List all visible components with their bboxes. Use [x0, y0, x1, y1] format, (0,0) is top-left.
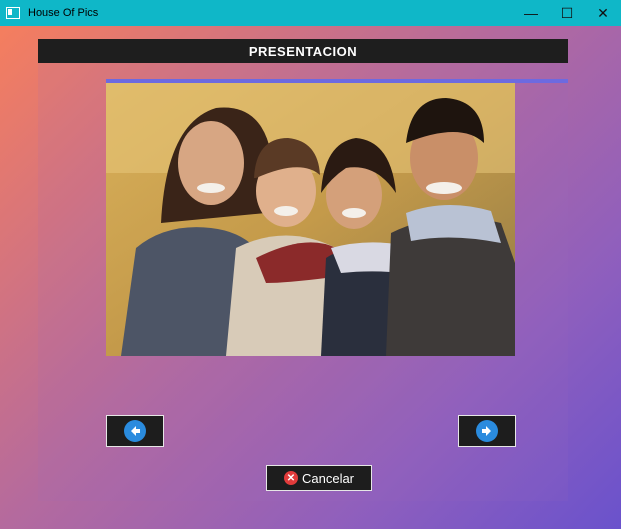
previous-button[interactable] [106, 415, 164, 447]
cancel-label: Cancelar [301, 470, 355, 486]
family-photo-icon [106, 83, 515, 356]
minimize-button[interactable]: — [513, 0, 549, 26]
app-window: House Of Pics — ☐ ✕ PRESENTACION ✕ Cance… [0, 0, 621, 529]
maximize-button[interactable]: ☐ [549, 0, 585, 26]
main-content: PRESENTACION ✕ Cancelar [0, 26, 621, 529]
slideshow-photo [106, 83, 515, 356]
arrow-right-icon [476, 420, 498, 442]
title-bar[interactable]: House Of Pics — ☐ ✕ [0, 0, 621, 26]
window-title: House Of Pics [28, 7, 99, 19]
next-button[interactable] [458, 415, 516, 447]
window-controls: — ☐ ✕ [513, 0, 621, 26]
close-button[interactable]: ✕ [585, 0, 621, 26]
arrow-left-icon [124, 420, 146, 442]
cancel-button[interactable]: ✕ Cancelar [266, 465, 372, 491]
page-title: PRESENTACION [38, 39, 568, 63]
app-icon [6, 7, 20, 19]
close-circle-icon: ✕ [283, 471, 298, 485]
